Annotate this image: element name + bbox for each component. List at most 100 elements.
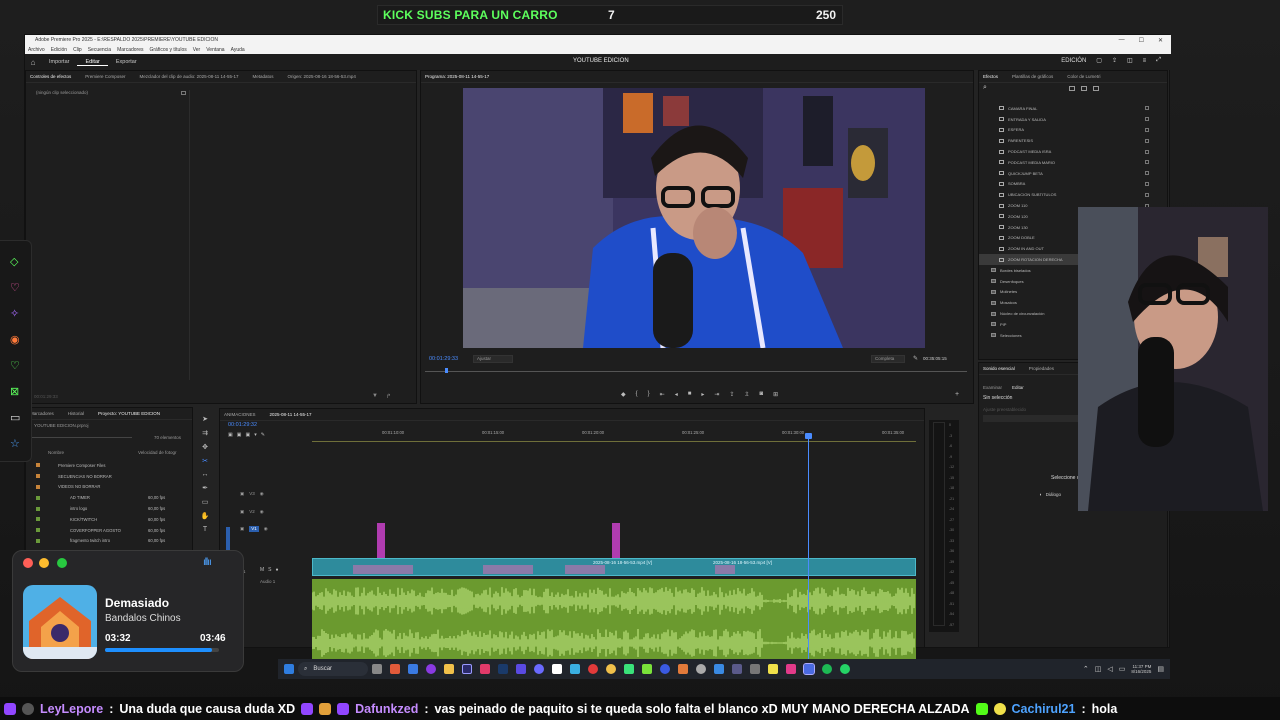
audio-clip-track[interactable] (311, 579, 916, 663)
project-item[interactable]: COVERFOPPER AGOSTO 60,00 fps (26, 525, 194, 536)
app-icon[interactable] (786, 664, 796, 674)
project-item[interactable]: fragmento twitch intro 60,00 fps (26, 536, 194, 547)
close-dot[interactable] (23, 558, 33, 568)
tab-program[interactable]: Programa: 2025-08-11 14-55-17 (425, 74, 489, 79)
effect-preset[interactable]: PARENTESIS (979, 135, 1169, 146)
track-v2-label[interactable]: V2 (249, 509, 255, 515)
lock-icon[interactable]: ▣ (240, 491, 244, 497)
lock-icon[interactable]: ▣ (240, 509, 244, 515)
tab-sequence[interactable]: 2025-08-11 14-55-17 (270, 412, 312, 417)
effect-preset[interactable]: SOMBRA (979, 179, 1169, 190)
battery-icon[interactable]: ▭ (1119, 665, 1126, 673)
app-icon[interactable] (516, 664, 526, 674)
eye-icon[interactable]: ◉ (264, 526, 268, 532)
razor-tool-icon[interactable]: ✂ (202, 457, 208, 465)
menu-edicion[interactable]: Edición (51, 47, 67, 53)
subtab-editar[interactable]: Editar (1012, 385, 1024, 390)
video-clip-track[interactable]: 2025-08-16 18-56-53.mp4 [V] 2025-08-16 1… (312, 558, 916, 576)
share-icon[interactable]: ◫ (1127, 57, 1133, 64)
tab-graphics-templates[interactable]: Plantillas de gráficos (1012, 74, 1053, 79)
app-icon[interactable] (570, 664, 580, 674)
song-progress-track[interactable] (105, 648, 219, 652)
program-scrubber[interactable] (425, 371, 967, 372)
project-item[interactable]: AD TIMER 60,00 fps (26, 492, 194, 503)
panel-menu-icon[interactable] (181, 91, 186, 95)
effect-preset[interactable]: UBICACION SUBTITULOS (979, 189, 1169, 200)
sparkle-icon[interactable]: ✧ (10, 307, 19, 320)
home-icon[interactable]: ⌂ (25, 58, 41, 67)
work-area-bar[interactable] (312, 441, 916, 442)
tab-effect-controls[interactable]: Controles de efectos (30, 74, 71, 79)
tab-source[interactable]: Origen: 2025-08-16 18-56-53.mp4 (288, 74, 356, 79)
snap-icon[interactable]: ▣ (228, 432, 233, 438)
menu-graficos[interactable]: Gráficos y títulos (149, 47, 186, 53)
eye-icon[interactable]: ◉ (10, 333, 20, 346)
whatsapp-icon[interactable] (840, 664, 850, 674)
col-name-header[interactable]: Nombre (48, 450, 64, 455)
app-icon[interactable] (624, 664, 634, 674)
filter-icon[interactable]: ▼ (372, 393, 378, 399)
app-icon[interactable] (696, 664, 706, 674)
solo-icon[interactable]: S (268, 567, 271, 573)
nest-icon[interactable]: ▣ (245, 432, 250, 438)
camera-icon[interactable]: ◙ (759, 391, 763, 398)
workspaces-icon[interactable]: ▢ (1096, 57, 1102, 64)
quick-export-icon[interactable]: ⇪ (1112, 57, 1117, 64)
button-editor-icon[interactable]: ⊞ (773, 391, 778, 398)
app-icon[interactable] (803, 663, 815, 675)
playhead-handle[interactable] (805, 433, 812, 439)
minimize-dot[interactable] (39, 558, 49, 568)
effect-preset[interactable]: ENTRADA Y SALIDA (979, 114, 1169, 125)
maximize-dot[interactable] (57, 558, 67, 568)
yuv-icon[interactable] (1093, 86, 1099, 91)
go-to-in-icon[interactable]: ⇤ (660, 391, 665, 398)
project-bin[interactable]: SECUENCIAS NO BORRAR (26, 471, 194, 482)
track-v3-label[interactable]: V3 (249, 491, 255, 497)
eye-icon[interactable]: ◉ (260, 509, 264, 515)
step-back-icon[interactable]: ◂ (675, 391, 678, 398)
menu-ventana[interactable]: Ventana (206, 47, 224, 53)
lift-icon[interactable]: ⇪ (729, 391, 734, 398)
marker-icon[interactable]: ◆ (621, 391, 626, 398)
mic-icon[interactable]: ● (276, 567, 279, 573)
tab-markers[interactable]: Marcadores (30, 411, 54, 416)
slip-tool-icon[interactable]: ↔ (202, 471, 209, 478)
heart-outline-icon[interactable]: ♡ (10, 359, 20, 372)
maximize-button[interactable]: ☐ (1139, 37, 1144, 44)
nav-editar[interactable]: Editar (77, 59, 108, 66)
subtab-examinar[interactable]: Examinar (983, 385, 1002, 390)
graphic-clip[interactable] (612, 523, 620, 559)
tab-audio-mixer[interactable]: Mezclador del clip de audio: 2025-08-11 … (140, 74, 239, 79)
tab-essential-sound[interactable]: Sonido esencial (983, 366, 1015, 371)
export-frame-icon[interactable]: ↱ (386, 393, 391, 400)
app-icon[interactable] (642, 664, 652, 674)
minimize-button[interactable]: — (1119, 37, 1125, 44)
menu-ver[interactable]: Ver (193, 47, 201, 53)
marker-add-icon[interactable]: ▾ (254, 432, 257, 438)
menu-archivo[interactable]: Archivo (28, 47, 45, 53)
diamond-icon[interactable]: ◇ (10, 255, 18, 268)
play-icon[interactable]: ■ (688, 391, 692, 398)
photoshop-icon[interactable] (498, 664, 508, 674)
app-icon[interactable] (750, 664, 760, 674)
project-item[interactable]: intro logo 60,00 fps (26, 503, 194, 514)
playhead-marker[interactable] (445, 368, 448, 373)
effect-preset[interactable]: QUICKJUMP BETA (979, 168, 1169, 179)
tray-chevron-icon[interactable]: ⌃ (1083, 665, 1089, 673)
video-frame[interactable] (463, 88, 925, 348)
kick-icon[interactable]: ⊠ (10, 385, 19, 398)
accelerated-icon[interactable] (1069, 86, 1075, 91)
tab-project[interactable]: Proyecto: YOUTUBE EDICION (98, 411, 160, 416)
app-icon[interactable] (426, 664, 436, 674)
effect-preset[interactable]: PODCAST MEDIA MARIO (979, 157, 1169, 168)
fit-dropdown[interactable]: Ajustar (473, 355, 513, 363)
quality-dropdown[interactable]: Completa (871, 355, 905, 363)
type-tool-icon[interactable]: T (203, 526, 207, 533)
extract-icon[interactable]: ⇫ (744, 391, 749, 398)
app-icon[interactable] (480, 664, 490, 674)
tab-history[interactable]: Historial (68, 411, 84, 416)
workspace-label[interactable]: EDICIÓN (1061, 58, 1086, 64)
add-button-icon[interactable]: + (955, 391, 959, 398)
discord-icon[interactable] (534, 664, 544, 674)
star-icon[interactable]: ☆ (10, 437, 20, 450)
